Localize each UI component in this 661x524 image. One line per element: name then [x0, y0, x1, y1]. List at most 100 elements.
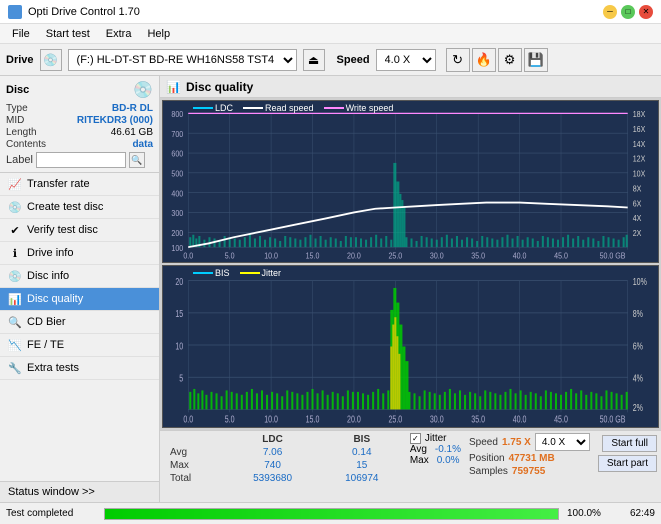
toolbar-buttons: ↻ 🔥 ⚙ 💾: [446, 48, 548, 72]
legend-read-speed: Read speed: [243, 103, 314, 113]
charts-area: LDC Read speed Write speed: [160, 98, 661, 430]
svg-text:10%: 10%: [633, 276, 647, 288]
svg-text:200: 200: [171, 228, 183, 238]
legend-jitter: Jitter: [240, 268, 282, 278]
jitter-avg-label: Avg: [410, 444, 427, 455]
nav-disc-quality[interactable]: 📊 Disc quality: [0, 288, 159, 311]
drive-icon-button[interactable]: 💿: [40, 49, 62, 71]
svg-text:0.0: 0.0: [183, 251, 193, 261]
verify-test-disc-icon: ✔: [8, 223, 22, 237]
refresh-button[interactable]: ↻: [446, 48, 470, 72]
burn-button[interactable]: 🔥: [472, 48, 496, 72]
save-button[interactable]: 💾: [524, 48, 548, 72]
legend-read-speed-label: Read speed: [265, 103, 314, 113]
chart2-legend: BIS Jitter: [193, 268, 281, 278]
avg-ldc: 7.06: [225, 446, 319, 459]
svg-text:15.0: 15.0: [306, 413, 320, 425]
drive-select[interactable]: (F:) HL-DT-ST BD-RE WH16NS58 TST4: [68, 49, 297, 71]
svg-text:10.0: 10.0: [264, 251, 278, 261]
status-percent: 100.0%: [567, 508, 607, 519]
type-label: Type: [6, 103, 28, 114]
extra-tests-icon: 🔧: [8, 361, 22, 375]
nav-disc-info[interactable]: 💿 Disc info: [0, 265, 159, 288]
svg-text:400: 400: [171, 189, 183, 199]
label-input[interactable]: [36, 152, 126, 168]
nav-extra-tests-label: Extra tests: [27, 362, 151, 374]
nav-drive-info[interactable]: ℹ Drive info: [0, 242, 159, 265]
nav-cd-bier[interactable]: 🔍 CD Bier: [0, 311, 159, 334]
titlebar-controls: ─ □ ✕: [603, 5, 653, 19]
progress-track: [104, 508, 559, 520]
svg-text:2X: 2X: [633, 228, 642, 238]
stats-avg-row: Avg 7.06 0.14: [164, 446, 404, 459]
nav-transfer-rate[interactable]: 📈 Transfer rate: [0, 173, 159, 196]
transfer-rate-icon: 📈: [8, 177, 22, 191]
settings-button[interactable]: ⚙: [498, 48, 522, 72]
svg-text:14X: 14X: [633, 139, 646, 149]
speed-row: Speed 1.75 X 4.0 X2.0 X1.0 X: [469, 433, 590, 451]
svg-text:6%: 6%: [633, 340, 643, 352]
nav-disc-info-label: Disc info: [27, 270, 151, 282]
position-key: Position: [469, 453, 505, 464]
length-value: 46.61 GB: [111, 127, 153, 138]
svg-text:10: 10: [175, 340, 183, 352]
speed-value: 1.75 X: [502, 437, 531, 448]
drive-info-icon: ℹ: [8, 246, 22, 260]
svg-text:10.0: 10.0: [264, 413, 278, 425]
speed-label: Speed: [337, 54, 370, 66]
speed-select[interactable]: 4.0 X2.0 X1.0 X6.0 X: [376, 49, 436, 71]
svg-text:5.0: 5.0: [225, 413, 235, 425]
svg-text:10X: 10X: [633, 169, 646, 179]
svg-text:50.0 GB: 50.0 GB: [600, 251, 626, 261]
jitter-max-label: Max: [410, 455, 429, 466]
stats-total-row: Total 5393680 106974: [164, 472, 404, 485]
maximize-button[interactable]: □: [621, 5, 635, 19]
svg-text:40.0: 40.0: [513, 413, 527, 425]
position-value: 47731 MB: [509, 453, 555, 464]
stats-table: LDC BIS Avg 7.06 0.14 Max 740: [164, 433, 404, 485]
nav-fe-te[interactable]: 📉 FE / TE: [0, 334, 159, 357]
menu-help[interactable]: Help: [139, 27, 178, 41]
jitter-section: ✓ Jitter Avg -0.1% Max 0.0%: [410, 433, 461, 466]
nav-extra-tests[interactable]: 🔧 Extra tests: [0, 357, 159, 380]
titlebar-left: Opti Drive Control 1.70: [8, 5, 140, 19]
max-ldc: 740: [225, 459, 319, 472]
legend-bis: BIS: [193, 268, 230, 278]
legend-ldc-label: LDC: [215, 103, 233, 113]
nav-create-test-disc[interactable]: 💿 Create test disc: [0, 196, 159, 219]
minimize-button[interactable]: ─: [603, 5, 617, 19]
close-button[interactable]: ✕: [639, 5, 653, 19]
speed-select-small[interactable]: 4.0 X2.0 X1.0 X: [535, 433, 590, 451]
svg-text:600: 600: [171, 149, 183, 159]
menu-extra[interactable]: Extra: [98, 27, 140, 41]
nav-verify-test-disc[interactable]: ✔ Verify test disc: [0, 219, 159, 242]
menu-file[interactable]: File: [4, 27, 38, 41]
nav-disc-quality-label: Disc quality: [27, 293, 151, 305]
jitter-checkbox[interactable]: ✓: [410, 433, 421, 444]
samples-value: 759755: [512, 466, 545, 477]
menu-starttest[interactable]: Start test: [38, 27, 98, 41]
svg-text:15: 15: [175, 308, 183, 320]
eject-button[interactable]: ⏏: [303, 49, 325, 71]
content-area: 📊 Disc quality LDC Read speed: [160, 76, 661, 502]
start-full-button[interactable]: Start full: [602, 435, 657, 452]
label-search-button[interactable]: 🔍: [129, 152, 145, 168]
avg-label: Avg: [164, 446, 225, 459]
nav-drive-info-label: Drive info: [27, 247, 151, 259]
samples-key: Samples: [469, 466, 508, 477]
cd-bier-icon: 🔍: [8, 315, 22, 329]
fe-te-icon: 📉: [8, 338, 22, 352]
svg-text:6X: 6X: [633, 199, 642, 209]
legend-write-speed: Write speed: [324, 103, 394, 113]
svg-text:30.0: 30.0: [430, 251, 444, 261]
col-header-ldc: LDC: [225, 433, 319, 446]
status-window-button[interactable]: Status window >>: [0, 481, 159, 502]
bis-chart-svg: 20 15 10 5 10% 8% 6% 4% 2% 0.0 5.0 10.0 …: [163, 266, 658, 427]
jitter-max-val: 0.0%: [437, 455, 460, 466]
disc-quality-header-icon: 📊: [166, 80, 181, 94]
start-part-button[interactable]: Start part: [598, 455, 657, 472]
nav-cd-bier-label: CD Bier: [27, 316, 151, 328]
svg-text:500: 500: [171, 169, 183, 179]
svg-text:800: 800: [171, 109, 183, 119]
jitter-avg-val: -0.1%: [435, 444, 461, 455]
